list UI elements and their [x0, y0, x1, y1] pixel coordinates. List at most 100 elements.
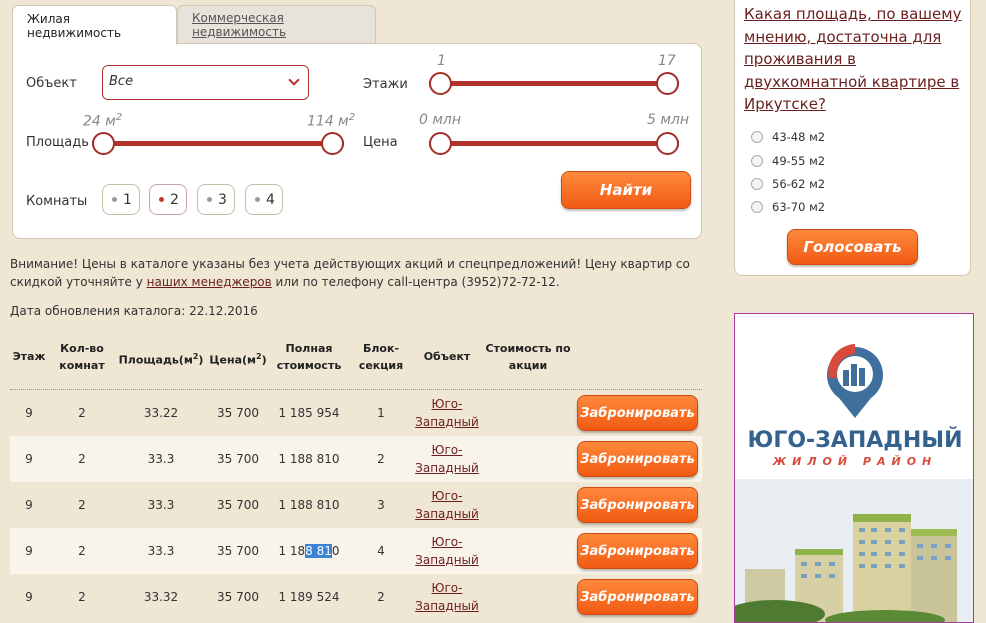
- floors-label: Этажи: [363, 77, 408, 92]
- room-option-2[interactable]: 2: [149, 184, 187, 215]
- cell-block: 2: [377, 452, 385, 466]
- header-floor[interactable]: Этаж: [10, 348, 48, 365]
- tab-residential[interactable]: Жилая недвижимость: [12, 5, 177, 45]
- header-price[interactable]: Цена(м2): [206, 348, 270, 369]
- area-max-value: 114 м2: [307, 112, 356, 130]
- price-min-value: 0 млн: [419, 112, 462, 128]
- price-slider-min-handle[interactable]: [429, 132, 452, 155]
- price-max-value: 5 млн: [647, 112, 690, 128]
- table-header: Этаж Кол-во комнат Площадь(м2) Цена(м2) П…: [10, 339, 702, 390]
- cell-total: 1 188 810: [278, 452, 340, 466]
- header-object[interactable]: Объект: [416, 348, 478, 365]
- book-button[interactable]: Забронировать: [577, 487, 698, 523]
- floors-slider-min-handle[interactable]: [429, 72, 452, 95]
- cell-total: 1 189 524: [278, 590, 340, 604]
- poll-question[interactable]: Какая площадь, по вашему мнению, достато…: [744, 3, 969, 116]
- property-type-tabs: Жилая недвижимость Коммерческая недвижим…: [12, 5, 376, 45]
- table-row: 9 2 33.3 35 700 1 188 810 3 Юго- Западный…: [10, 482, 702, 528]
- header-total[interactable]: Полная стоимость: [272, 340, 346, 374]
- district-logo-icon: [827, 344, 883, 418]
- cell-block: 4: [377, 544, 385, 558]
- price-slider-max-handle[interactable]: [656, 132, 679, 155]
- floors-max-value: 17: [658, 53, 676, 69]
- radio-dot-icon: [207, 197, 212, 202]
- search-panel: Объект Все Площадь 24 м2 114 м2 Комнаты …: [12, 43, 702, 239]
- poll-option[interactable]: 43-48 м2: [751, 130, 825, 144]
- find-button[interactable]: Найти: [561, 171, 691, 209]
- object-link[interactable]: Юго- Западный: [412, 533, 482, 569]
- cell-area: 33.3: [147, 544, 175, 558]
- cell-area: 33.3: [147, 498, 175, 512]
- book-button[interactable]: Забронировать: [577, 533, 698, 569]
- rooms-label: Комнаты: [26, 194, 88, 209]
- book-button[interactable]: Забронировать: [577, 579, 698, 615]
- area-slider[interactable]: [92, 132, 344, 156]
- radio-icon[interactable]: [751, 178, 763, 190]
- catalog-update-date: Дата обновления каталога: 22.12.2016: [10, 304, 258, 318]
- cell-area: 33.22: [143, 406, 179, 420]
- floors-min-value: 1: [437, 53, 446, 69]
- cell-floor: 9: [25, 406, 33, 420]
- poll-option[interactable]: 63-70 м2: [751, 200, 825, 214]
- price-slider[interactable]: [429, 132, 679, 156]
- room-option-1[interactable]: 1: [102, 184, 140, 215]
- tab-commercial[interactable]: Коммерческая недвижимость: [177, 5, 376, 44]
- cell-block: 1: [377, 406, 385, 420]
- cell-floor: 9: [25, 498, 33, 512]
- cell-total: 1 188 810: [278, 498, 340, 512]
- object-link[interactable]: Юго- Западный: [412, 487, 482, 523]
- object-link[interactable]: Юго- Западный: [412, 579, 482, 615]
- header-block[interactable]: Блок-секция: [354, 340, 408, 374]
- radio-icon[interactable]: [751, 201, 763, 213]
- cell-floor: 9: [25, 590, 33, 604]
- cell-price: 35 700: [217, 544, 259, 558]
- cell-total: 1 188 810: [278, 544, 340, 558]
- poll-option[interactable]: 56-62 м2: [751, 177, 825, 191]
- floors-slider[interactable]: [429, 72, 679, 96]
- book-button[interactable]: Забронировать: [577, 395, 698, 431]
- floors-slider-track: [429, 81, 679, 86]
- cell-block: 3: [377, 498, 385, 512]
- ad-artwork: [735, 344, 973, 622]
- radio-dot-icon: [112, 197, 117, 202]
- price-slider-track: [429, 141, 679, 146]
- radio-icon[interactable]: [751, 131, 763, 143]
- price-notice: Внимание! Цены в каталоге указаны без уч…: [10, 257, 690, 289]
- floors-slider-max-handle[interactable]: [656, 72, 679, 95]
- radio-dot-icon: [159, 197, 164, 202]
- area-min-value: 24 м2: [83, 112, 123, 130]
- book-button[interactable]: Забронировать: [577, 441, 698, 477]
- cell-rooms: 2: [78, 590, 86, 604]
- table-row: 9 2 33.3 35 700 1 188 810 2 Юго- Западный…: [10, 436, 702, 482]
- cell-block: 2: [377, 590, 385, 604]
- object-select[interactable]: Все: [102, 65, 309, 100]
- object-label: Объект: [26, 76, 77, 91]
- table-row: 9 2 33.3 35 700 1 188 810 4 Юго- Западный…: [10, 528, 702, 574]
- poll-option[interactable]: 49-55 м2: [751, 154, 825, 168]
- chevron-down-icon: [288, 74, 300, 86]
- header-rooms[interactable]: Кол-во комнат: [54, 340, 110, 374]
- poll-widget: Какая площадь, по вашему мнению, достато…: [734, 0, 971, 276]
- ad-title: ЮГО-ЗАПАДНЫЙ: [747, 428, 963, 453]
- table-row: 9 2 33.32 35 700 1 189 524 2 Юго- Западны…: [10, 574, 702, 620]
- cell-rooms: 2: [78, 406, 86, 420]
- room-option-3[interactable]: 3: [197, 184, 235, 215]
- cell-price: 35 700: [217, 452, 259, 466]
- header-area[interactable]: Площадь(м2): [116, 348, 206, 369]
- radio-dot-icon: [255, 197, 260, 202]
- cell-floor: 9: [25, 452, 33, 466]
- area-slider-track: [92, 141, 344, 146]
- ad-subtitle: ЖИЛОЙ РАЙОН: [772, 455, 938, 468]
- object-link[interactable]: Юго- Западный: [412, 441, 482, 477]
- header-promo-price[interactable]: Стоимость по акции: [484, 340, 572, 374]
- area-slider-min-handle[interactable]: [92, 132, 115, 155]
- area-slider-max-handle[interactable]: [321, 132, 344, 155]
- ad-banner[interactable]: ЮГО-ЗАПАДНЫЙ ЖИЛОЙ РАЙОН: [734, 313, 974, 623]
- selected-text: 8 81: [305, 544, 332, 558]
- vote-button[interactable]: Голосовать: [787, 229, 918, 265]
- room-option-4[interactable]: 4: [245, 184, 283, 215]
- cell-rooms: 2: [78, 498, 86, 512]
- managers-link[interactable]: наших менеджеров: [147, 275, 272, 289]
- object-link[interactable]: Юго- Западный: [412, 395, 482, 431]
- radio-icon[interactable]: [751, 155, 763, 167]
